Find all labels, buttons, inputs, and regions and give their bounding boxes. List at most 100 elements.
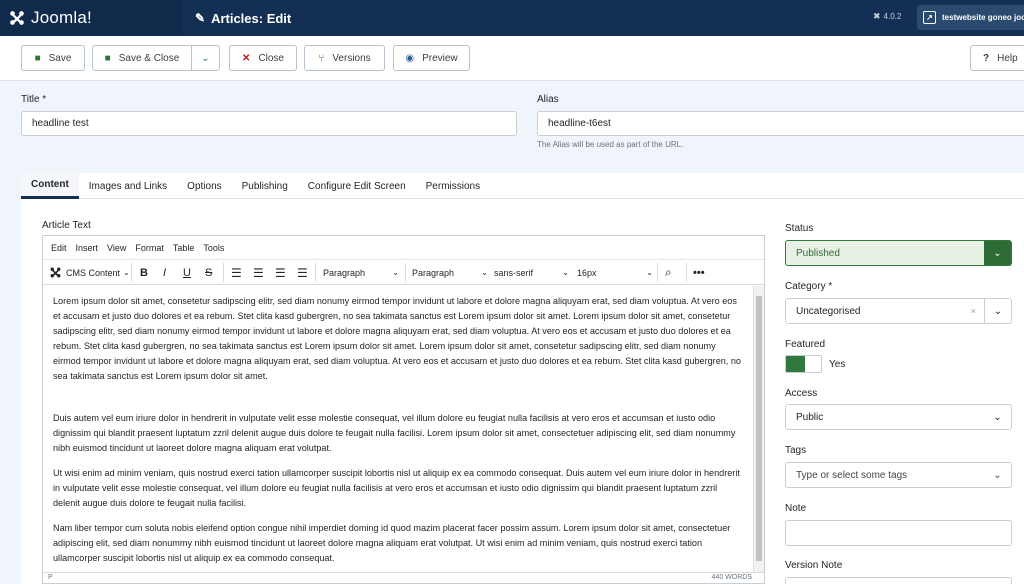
eye-icon: ◉ bbox=[405, 52, 415, 64]
block-format-select[interactable]: Paragraph ⌄ bbox=[412, 260, 488, 285]
chevron-down-icon: ⌄ bbox=[481, 268, 488, 277]
joomla-logo-icon bbox=[10, 11, 24, 25]
clear-icon[interactable]: × bbox=[971, 306, 976, 316]
preview-button[interactable]: ◉ Preview bbox=[393, 45, 470, 71]
underline-button[interactable]: U bbox=[183, 260, 191, 285]
alias-hint: The Alias will be used as part of the UR… bbox=[537, 140, 684, 149]
cms-content-label: CMS Content bbox=[66, 267, 121, 278]
help-button[interactable]: ? Help bbox=[970, 45, 1024, 71]
editor-empty-line bbox=[53, 393, 741, 411]
status-select[interactable]: Published ⌄ bbox=[785, 240, 1012, 266]
access-label: Access bbox=[785, 388, 818, 399]
cms-content-button[interactable]: CMS Content ⌄ bbox=[49, 260, 130, 285]
note-label: Note bbox=[785, 503, 807, 514]
save-label: Save bbox=[48, 52, 72, 64]
chevron-down-icon: ⌄ bbox=[392, 268, 399, 277]
bold-button[interactable]: B bbox=[140, 260, 148, 285]
version-info: ✖ 4.0.2 bbox=[873, 11, 901, 22]
editor-paragraph: Lorem ipsum dolor sit amet, consetetur s… bbox=[53, 296, 741, 381]
menu-format[interactable]: Format bbox=[135, 243, 164, 253]
rich-text-editor: Edit Insert View Format Table Tools CMS … bbox=[42, 235, 765, 584]
menu-edit[interactable]: Edit bbox=[51, 243, 67, 253]
versions-button[interactable]: ⑂ Versions bbox=[304, 45, 385, 71]
pencil-icon: ✎ bbox=[195, 11, 206, 25]
toolbar-divider bbox=[686, 263, 687, 282]
menu-tools[interactable]: Tools bbox=[203, 243, 224, 253]
editor-paragraph: Ut wisi enim ad minim veniam, quis nostr… bbox=[53, 468, 740, 508]
help-icon: ? bbox=[983, 52, 990, 64]
alias-input[interactable]: headline-t6est bbox=[537, 111, 1024, 136]
save-button[interactable]: ■ Save bbox=[21, 45, 85, 71]
save-close-button[interactable]: ■ Save & Close bbox=[92, 45, 192, 71]
toolbar-divider bbox=[405, 263, 406, 282]
align-left-icon[interactable]: ☰ bbox=[231, 260, 242, 285]
italic-button[interactable]: I bbox=[163, 260, 166, 285]
category-label: Category * bbox=[785, 281, 833, 292]
tab-permissions[interactable]: Permissions bbox=[416, 173, 490, 199]
close-button[interactable]: ✕ Close bbox=[229, 45, 297, 71]
font-family-select[interactable]: sans-serif ⌄ bbox=[494, 260, 569, 285]
title-label: Title * bbox=[21, 94, 47, 105]
menu-view[interactable]: View bbox=[107, 243, 126, 253]
joomla-small-icon: ✖ bbox=[873, 11, 881, 21]
paragraph-format-select[interactable]: Paragraph ⌄ bbox=[323, 260, 403, 285]
tab-images-and-links[interactable]: Images and Links bbox=[79, 173, 177, 199]
block-format-value: Paragraph bbox=[412, 267, 455, 278]
tab-configure-edit-screen[interactable]: Configure Edit Screen bbox=[298, 173, 416, 199]
scrollbar-thumb[interactable] bbox=[756, 296, 762, 561]
editor-menubar: Edit Insert View Format Table Tools bbox=[43, 236, 764, 260]
tags-label: Tags bbox=[785, 445, 807, 456]
status-value: Published bbox=[796, 247, 840, 259]
app-header: Joomla! ✎ Articles: Edit ✖ 4.0.2 ↗ testw… bbox=[0, 0, 1024, 36]
alias-value: headline-t6est bbox=[548, 118, 611, 129]
category-select[interactable]: Uncategorised × ⌄ bbox=[785, 298, 1012, 324]
strikethrough-button[interactable]: S bbox=[205, 260, 212, 285]
featured-value: Yes bbox=[829, 359, 846, 370]
chevron-down-icon: ⌄ bbox=[984, 299, 1011, 323]
align-right-icon[interactable]: ☰ bbox=[275, 260, 286, 285]
font-size-select[interactable]: 16px ⌄ bbox=[577, 260, 653, 285]
tab-publishing[interactable]: Publishing bbox=[232, 173, 298, 199]
toolbar-divider bbox=[657, 263, 658, 282]
access-value: Public bbox=[796, 411, 824, 423]
toolbar-divider bbox=[131, 263, 132, 282]
title-input[interactable]: headline test bbox=[21, 111, 517, 136]
chevron-down-icon: ⌄ bbox=[646, 268, 653, 277]
tab-options[interactable]: Options bbox=[177, 173, 231, 199]
align-center-icon[interactable]: ☰ bbox=[253, 260, 264, 285]
access-select[interactable]: Public ⌄ bbox=[785, 404, 1012, 430]
joomla-logo[interactable]: Joomla! bbox=[0, 0, 183, 36]
editor-scrollbar[interactable] bbox=[753, 286, 764, 572]
tags-input[interactable]: Type or select some tags ⌄ bbox=[785, 462, 1012, 488]
chevron-down-icon: ⌄ bbox=[984, 241, 1011, 265]
tab-content[interactable]: Content bbox=[21, 173, 79, 199]
search-icon[interactable]: ⌕ bbox=[665, 260, 672, 285]
page-title: ✎ Articles: Edit bbox=[183, 11, 291, 26]
site-link-button[interactable]: ↗ testwebsite goneo joomla bbox=[917, 5, 1024, 30]
menu-table[interactable]: Table bbox=[173, 243, 195, 253]
close-icon: ✕ bbox=[242, 52, 251, 64]
title-value: headline test bbox=[32, 118, 89, 129]
chevron-down-icon: ⌄ bbox=[562, 268, 569, 277]
toolbar-divider bbox=[223, 263, 224, 282]
save-icon: ■ bbox=[34, 52, 41, 64]
editor-content-area[interactable]: Lorem ipsum dolor sit amet, consetetur s… bbox=[43, 286, 751, 572]
editor-statusbar: P 440 WORDS bbox=[43, 572, 764, 584]
versions-label: Versions bbox=[332, 52, 371, 64]
more-icon[interactable]: ••• bbox=[693, 260, 705, 285]
menu-insert[interactable]: Insert bbox=[76, 243, 99, 253]
chevron-down-icon: ⌄ bbox=[201, 52, 210, 64]
version-note-label: Version Note bbox=[785, 560, 843, 571]
version-note-input[interactable] bbox=[785, 577, 1012, 584]
joomla-logo-icon bbox=[50, 267, 61, 278]
save-icon: ■ bbox=[104, 52, 111, 64]
note-input[interactable] bbox=[785, 520, 1012, 546]
element-path[interactable]: P bbox=[48, 574, 53, 581]
font-family-value: sans-serif bbox=[494, 267, 534, 278]
logo-text: Joomla! bbox=[31, 8, 92, 27]
save-dropdown-button[interactable]: ⌄ bbox=[191, 45, 220, 71]
align-justify-icon[interactable]: ☰ bbox=[297, 260, 308, 285]
chevron-down-icon: ⌄ bbox=[993, 411, 1002, 423]
featured-toggle[interactable] bbox=[785, 355, 822, 373]
font-size-value: 16px bbox=[577, 267, 597, 278]
